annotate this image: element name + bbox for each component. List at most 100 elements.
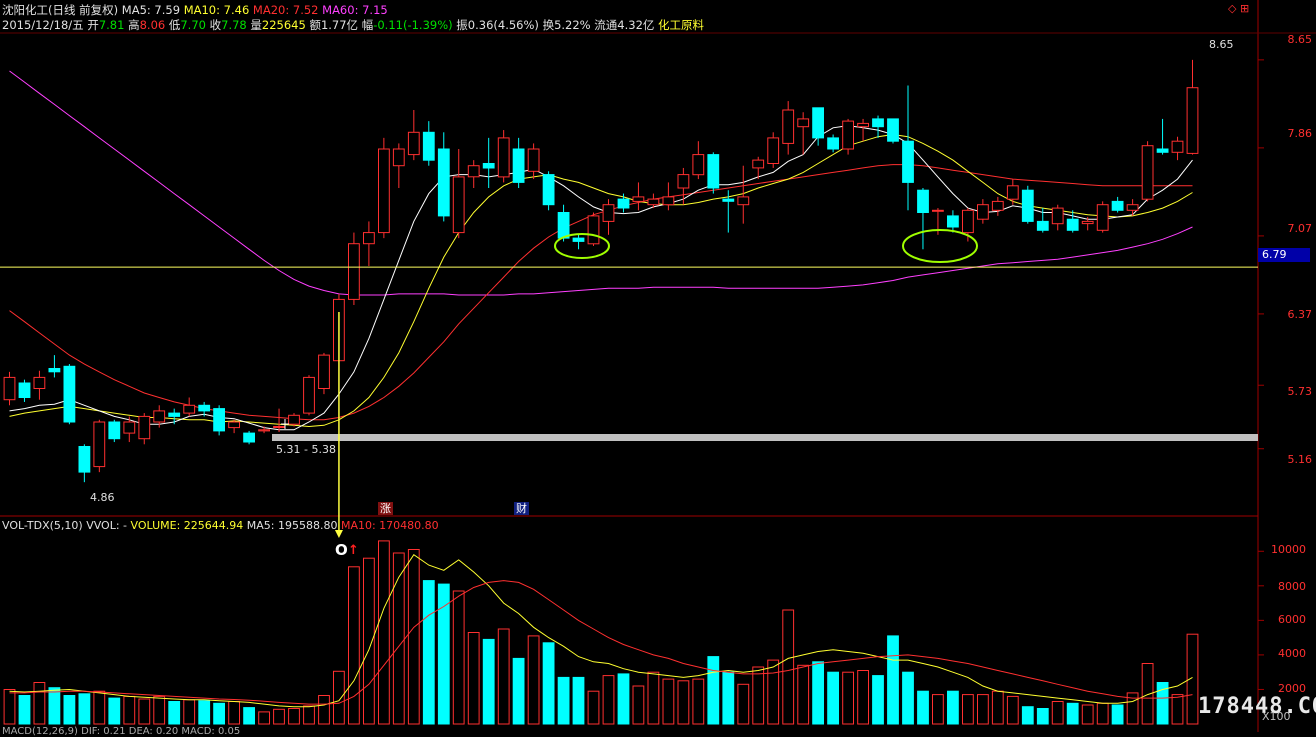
volume-bar	[3, 689, 16, 725]
volume-bar	[407, 549, 420, 725]
ma60-path	[9, 70, 1193, 296]
volume-bar	[333, 670, 345, 725]
volume-bar	[617, 673, 630, 725]
candle-body	[1036, 220, 1049, 231]
candle-body	[1096, 204, 1109, 231]
candle-body	[767, 137, 780, 164]
candle-body	[917, 189, 929, 213]
candle-body	[812, 107, 825, 139]
candle-body	[512, 148, 525, 183]
event-tag-up[interactable]: 涨	[378, 502, 393, 515]
candle-body	[977, 204, 989, 220]
volume-bar	[303, 705, 315, 725]
ma5-line	[9, 125, 1193, 431]
watermark: 178448.COM	[1198, 694, 1316, 719]
price-tick: 7.07	[1287, 222, 1313, 235]
volume-bar	[782, 609, 795, 725]
volume-bar	[363, 557, 375, 725]
volume-grid	[1258, 550, 1264, 690]
candle-body	[737, 196, 750, 206]
volume-bar	[512, 657, 525, 725]
candle-body	[228, 421, 240, 429]
volume-bar	[1021, 706, 1034, 725]
volume-bar	[632, 685, 645, 725]
candle-body	[93, 421, 106, 468]
candle-body	[363, 232, 375, 245]
candle-body	[318, 354, 330, 390]
candle-body	[482, 163, 495, 169]
volume-bar	[348, 566, 360, 725]
range-annotation: 5.31 - 5.38	[276, 443, 336, 456]
candle-body	[303, 376, 315, 414]
candle-body	[542, 174, 555, 206]
price-tick: 5.16	[1287, 453, 1313, 466]
volume-bar	[48, 687, 61, 725]
volume-bar	[33, 682, 46, 725]
price-tick: 8.65	[1287, 33, 1313, 46]
volume-bar	[752, 666, 765, 725]
annotations-overlay	[0, 229, 1258, 538]
volume-bar	[437, 583, 450, 725]
ma10-line	[9, 133, 1193, 428]
candle-body	[33, 376, 46, 389]
volume-bar	[1111, 704, 1124, 725]
candle-body	[452, 176, 465, 234]
volume-bar	[692, 678, 705, 725]
volume-bar	[108, 697, 121, 725]
candle-body	[1141, 145, 1154, 200]
volume-bar	[707, 656, 720, 725]
volume-ma5-path	[9, 553, 1193, 708]
candle-body	[991, 200, 1004, 211]
candle-body	[1006, 185, 1019, 200]
candle-body	[1186, 87, 1199, 154]
volume-bar	[1096, 702, 1109, 725]
candle-body	[407, 131, 420, 156]
volume-bar	[422, 580, 435, 725]
volume-bar	[887, 635, 899, 725]
volume-bar	[497, 628, 510, 725]
candle-body	[572, 237, 585, 242]
volume-bar	[198, 700, 211, 725]
candle-body	[78, 446, 91, 473]
ma60-line	[9, 70, 1193, 296]
volume-tick: 10000	[1271, 543, 1306, 556]
candle-body	[213, 408, 225, 432]
candle-body	[677, 174, 690, 189]
volume-bar	[857, 670, 870, 725]
candle-body	[1171, 140, 1184, 153]
kline-chart[interactable]	[0, 0, 1316, 732]
volume-bar	[572, 676, 585, 725]
volume-bar	[1051, 701, 1064, 725]
volume-bar	[977, 694, 989, 725]
volume-bar	[842, 671, 855, 725]
event-tag-finance[interactable]: 财	[514, 502, 529, 515]
volume-bar	[662, 678, 675, 725]
volume-ma5: MA5: 195588.80	[246, 519, 338, 532]
candle-body	[797, 118, 810, 128]
candle-body	[153, 410, 166, 423]
volume-bar	[677, 680, 690, 725]
volume-bar	[18, 695, 31, 725]
candle-body	[617, 198, 630, 209]
candle-body	[138, 415, 151, 440]
volume-bar	[123, 695, 136, 725]
volume-bar	[737, 683, 750, 725]
candle-body	[1126, 204, 1139, 211]
volume-bar	[947, 690, 959, 725]
volume-bar	[557, 676, 570, 725]
volume-panel-header: VOL-TDX(5,10) VVOL: - VOLUME: 225644.94 …	[2, 519, 439, 532]
candle-body	[782, 109, 795, 144]
candle-body	[348, 243, 360, 300]
candle-body	[527, 148, 540, 172]
volume-ma10: MA10: 170480.80	[340, 519, 439, 532]
candle-body	[1156, 148, 1169, 153]
volume-bar	[917, 690, 929, 725]
candle-body	[422, 131, 435, 161]
candle-body	[392, 148, 405, 167]
volume-bar	[527, 635, 540, 725]
candle-body	[872, 118, 884, 128]
candle-body	[288, 414, 300, 425]
candle-body	[707, 154, 720, 189]
support-ring-2	[902, 229, 978, 263]
candle-body	[662, 196, 675, 206]
